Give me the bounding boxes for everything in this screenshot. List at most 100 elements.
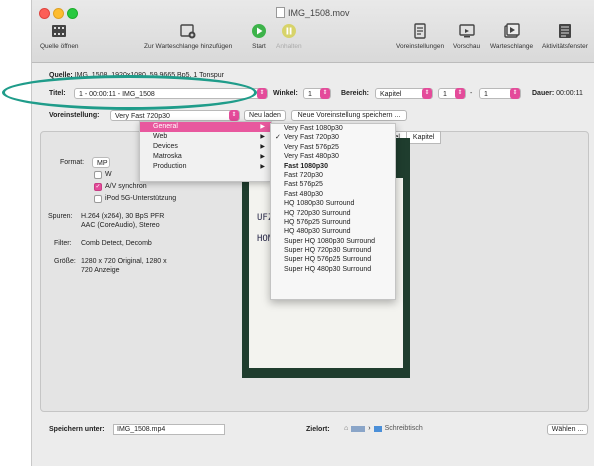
preset-menu-label: Very Fast 1080p30 bbox=[284, 125, 343, 132]
preview-button[interactable]: Vorschau bbox=[453, 22, 480, 50]
save-as-label: Speichern unter: bbox=[49, 426, 105, 433]
chevron-updown-icon: ⇕ bbox=[229, 110, 239, 121]
preset-menu-label: Super HQ 1080p30 Surround bbox=[284, 237, 376, 245]
preset-menu-label: Fast 480p30 bbox=[284, 190, 323, 198]
tracks-audio: AAC (CoreAudio), Stereo bbox=[81, 222, 160, 229]
category-label: Devices bbox=[153, 143, 178, 150]
preset-menu-item[interactable]: Fast 1080p30 bbox=[271, 162, 395, 171]
preset-menu-label: Very Fast 720p30 bbox=[284, 134, 339, 142]
preset-menu-item[interactable]: Super HQ 576p25 Surround bbox=[271, 255, 395, 264]
preset-menu-item[interactable]: Fast 480p30 bbox=[271, 190, 395, 199]
preview-label: Vorschau bbox=[453, 43, 481, 50]
category-item[interactable]: Devices ▶ bbox=[140, 142, 271, 152]
preset-menu-item[interactable]: HQ 720p30 Surround bbox=[271, 209, 395, 218]
range-type-popup[interactable]: Kapitel ⇕ bbox=[375, 88, 433, 99]
preset-menu-item[interactable]: Super HQ 720p30 Surround bbox=[271, 246, 395, 255]
highlight-ellipse bbox=[2, 75, 257, 110]
preset-menu-label: Super HQ 480p30 Surround bbox=[284, 265, 372, 273]
ipod-checkbox[interactable] bbox=[94, 195, 102, 203]
preset-dropdown-menu: Very Fast 1080p30 ✓ Very Fast 720p30 Very F… bbox=[270, 123, 396, 300]
range-end-popup[interactable]: 1 ⇕ bbox=[479, 88, 521, 99]
preset-menu-item[interactable]: Fast 720p30 bbox=[271, 171, 395, 180]
preset-menu-item[interactable]: Very Fast 480p30 bbox=[271, 152, 395, 161]
monitor-icon bbox=[458, 22, 476, 40]
category-item[interactable]: Matroska ▶ bbox=[140, 152, 271, 162]
web-optimized-checkbox[interactable] bbox=[94, 171, 102, 179]
zoom-window-button[interactable] bbox=[67, 8, 78, 19]
category-label: Matroska bbox=[153, 153, 182, 160]
chevron-updown-icon: ⇕ bbox=[422, 88, 432, 99]
preset-menu-item[interactable]: HQ 480p30 Surround bbox=[271, 227, 395, 236]
preset-category-menu: General ▶ Web ▶ Devices ▶ Matroska ▶ Production ▶ bbox=[139, 121, 272, 182]
tab-chapters[interactable]: Kapitel bbox=[406, 131, 442, 144]
presets-label: Voreinstellungen bbox=[396, 43, 445, 50]
duration-label: Dauer: bbox=[532, 90, 555, 97]
queue-label: Warteschlange bbox=[490, 43, 534, 50]
add-queue-label: Zur Warteschlange hinzufügen bbox=[144, 43, 233, 50]
duration-value: 00:00:11 bbox=[556, 90, 583, 97]
preset-menu-item[interactable]: Super HQ 480p30 Surround bbox=[271, 265, 395, 274]
minimize-window-button[interactable] bbox=[53, 8, 64, 19]
preset-menu-item[interactable]: Very Fast 1080p30 bbox=[271, 124, 395, 133]
angle-popup[interactable]: 1 ⇕ bbox=[303, 88, 331, 99]
chevron-right-icon: ▶ bbox=[260, 154, 265, 160]
close-window-button[interactable] bbox=[39, 8, 50, 19]
open-source-button[interactable]: Quelle öffnen bbox=[40, 22, 79, 50]
choose-destination-button[interactable]: Wählen ... bbox=[547, 424, 588, 435]
activity-label: Aktivitätsfenster bbox=[542, 43, 588, 50]
preset-menu-item[interactable]: ✓ Very Fast 720p30 bbox=[271, 133, 395, 142]
preset-menu-item[interactable]: Fast 576p25 bbox=[271, 180, 395, 189]
range-start-popup[interactable]: 1 ⇕ bbox=[438, 88, 466, 99]
presets-button[interactable]: Voreinstellungen bbox=[396, 22, 444, 50]
size-line1: 1280 x 720 Original, 1280 x bbox=[81, 258, 167, 265]
filename-field[interactable]: IMG_1508.mp4 bbox=[113, 424, 225, 435]
format-value: MP bbox=[97, 160, 108, 167]
activity-window-button[interactable]: Aktivitätsfenster bbox=[542, 22, 588, 50]
av-sync-checkbox[interactable]: ✓ bbox=[94, 183, 102, 191]
save-new-preset-button[interactable]: Neue Voreinstellung speichern ... bbox=[291, 110, 407, 121]
destination-path[interactable]: ⌂ › Schreibtisch bbox=[344, 425, 423, 432]
category-item[interactable]: Production ▶ bbox=[140, 162, 271, 172]
preset-menu-item[interactable]: HQ 1080p30 Surround bbox=[271, 199, 395, 208]
angle-label: Winkel: bbox=[273, 90, 298, 97]
range-start-value: 1 bbox=[443, 91, 447, 98]
desktop-folder-icon bbox=[373, 425, 382, 432]
preset-menu-label: HQ 720p30 Surround bbox=[284, 209, 351, 217]
reload-preset-button[interactable]: Neu laden bbox=[244, 110, 286, 121]
chevron-right-icon: ▶ bbox=[260, 164, 265, 170]
window-title: IMG_1508.mov bbox=[276, 7, 350, 18]
film-icon bbox=[50, 22, 68, 40]
queue-button[interactable]: Warteschlange bbox=[490, 22, 533, 50]
pause-button[interactable]: Anhalten bbox=[276, 22, 302, 50]
tracks-label: Spuren: bbox=[48, 213, 73, 220]
document-icon bbox=[276, 7, 285, 18]
queue-icon bbox=[503, 22, 521, 40]
chevron-right-icon: ▶ bbox=[260, 144, 265, 150]
window-title-text: IMG_1508.mov bbox=[288, 7, 350, 18]
preset-menu-item[interactable]: Super HQ 1080p30 Surround bbox=[271, 237, 395, 246]
preset-popup[interactable]: Very Fast 720p30 ⇕ bbox=[110, 110, 240, 121]
category-item[interactable]: General ▶ bbox=[140, 122, 271, 132]
preset-menu-label: Fast 720p30 bbox=[284, 171, 323, 179]
chevron-updown-icon: ⇕ bbox=[257, 88, 267, 99]
preset-menu-item[interactable]: HQ 576p25 Surround bbox=[271, 218, 395, 227]
tracks-video: H.264 (x264), 30 BpS PFR bbox=[81, 213, 165, 220]
range-label: Bereich: bbox=[341, 90, 370, 97]
add-to-queue-button[interactable]: Zur Warteschlange hinzufügen bbox=[144, 22, 232, 50]
folder-icon bbox=[351, 425, 366, 432]
filename-value: IMG_1508.mp4 bbox=[117, 426, 166, 433]
preset-menu-item[interactable]: Very Fast 576p25 bbox=[271, 143, 395, 152]
play-icon bbox=[250, 22, 268, 40]
open-source-label: Quelle öffnen bbox=[40, 43, 79, 50]
preset-menu-label: Super HQ 720p30 Surround bbox=[284, 247, 372, 255]
category-item[interactable]: Web ▶ bbox=[140, 132, 271, 142]
format-popup[interactable]: MP bbox=[92, 157, 110, 168]
presets-icon bbox=[411, 22, 429, 40]
preset-menu-label: HQ 480p30 Surround bbox=[284, 228, 351, 236]
chevron-updown-icon: ⇕ bbox=[320, 88, 330, 99]
av-sync-label: A/V synchron bbox=[105, 183, 147, 190]
size-line2: 720 Anzeige bbox=[81, 267, 120, 274]
start-button[interactable]: Start bbox=[250, 22, 268, 50]
start-label: Start bbox=[252, 43, 266, 50]
preset-popup-value: Very Fast 720p30 bbox=[115, 113, 170, 120]
